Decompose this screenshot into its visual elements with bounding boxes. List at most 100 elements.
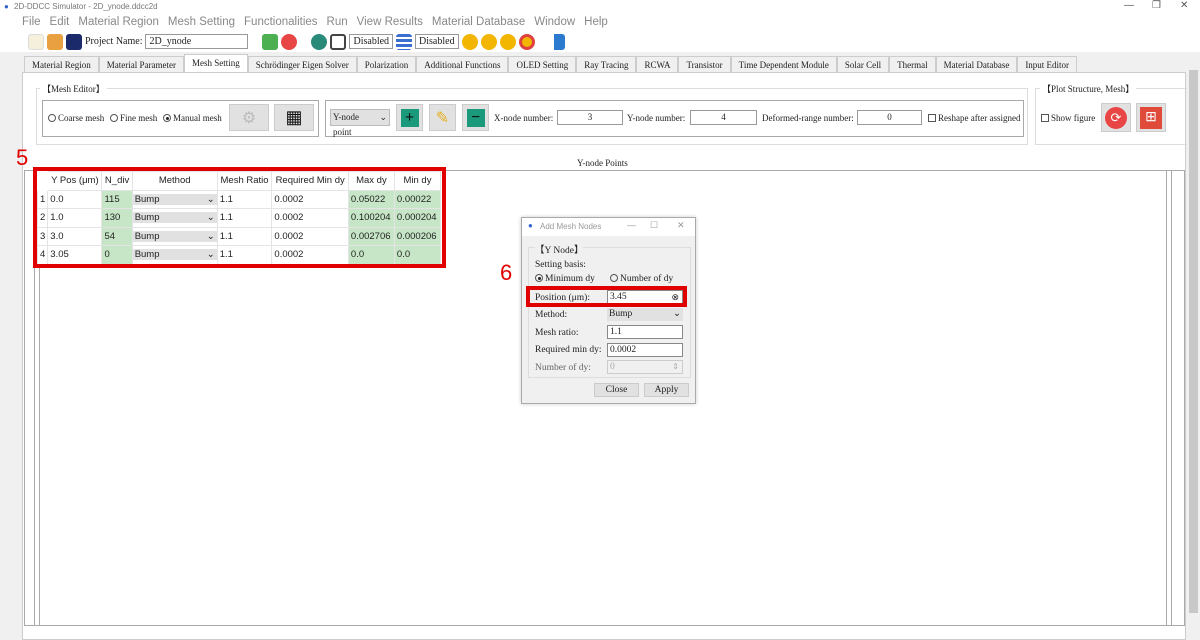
- tab-input-editor[interactable]: Input Editor: [1017, 56, 1078, 73]
- tab-schrodinger[interactable]: Schrödinger Eigen Solver: [247, 56, 357, 73]
- menu-bar: File Edit Material Region Mesh Setting F…: [0, 13, 1200, 31]
- apply-button[interactable]: Apply: [644, 383, 689, 397]
- menu-functionalities[interactable]: Functionalities: [244, 13, 318, 31]
- menu-material-database[interactable]: Material Database: [432, 13, 525, 31]
- annotation-6: 6: [500, 260, 513, 285]
- menu-window[interactable]: Window: [534, 13, 575, 31]
- menu-file[interactable]: File: [22, 13, 41, 31]
- new-file-icon[interactable]: [28, 33, 44, 50]
- disabled-field-1[interactable]: Disabled: [349, 34, 394, 49]
- tab-solar-cell[interactable]: Solar Cell: [836, 56, 890, 73]
- minimize-button[interactable]: —: [1124, 0, 1134, 11]
- project-name-input[interactable]: 2D_ynode: [145, 34, 249, 49]
- save-icon[interactable]: [66, 33, 82, 50]
- show-figure-checkbox[interactable]: Show figure: [1041, 113, 1095, 123]
- y-node-input[interactable]: 4: [690, 110, 757, 125]
- close-button[interactable]: Close: [594, 383, 639, 397]
- add-node-button[interactable]: +: [396, 104, 423, 131]
- fine-mesh-radio[interactable]: Fine mesh: [110, 113, 157, 123]
- number-of-dy-input: 0 ⇕: [607, 360, 683, 374]
- highlight-box-6: [526, 286, 687, 307]
- reshape-checkbox[interactable]: Reshape after assigned: [928, 113, 1020, 123]
- number-of-dy-label: Number of dy:: [535, 363, 591, 373]
- required-min-dy-label: Required min dy:: [535, 345, 602, 355]
- import-icon[interactable]: [262, 33, 279, 50]
- tab-time-dependent[interactable]: Time Dependent Module: [730, 56, 837, 73]
- tab-rcwa[interactable]: RCWA: [636, 56, 679, 73]
- refresh-plot-button[interactable]: ⟳: [1101, 103, 1131, 132]
- edit-node-button[interactable]: ✎: [429, 104, 456, 131]
- coarse-mesh-radio[interactable]: Coarse mesh: [48, 113, 104, 123]
- tab-material-region[interactable]: Material Region: [24, 56, 99, 73]
- tab-ray-tracing[interactable]: Ray Tracing: [576, 56, 637, 73]
- tab-additional-functions[interactable]: Additional Functions: [416, 56, 509, 73]
- stop-icon[interactable]: [518, 33, 535, 50]
- dialog-minimize-button[interactable]: —: [627, 220, 636, 230]
- y-node-section-title: 【Y Node】: [535, 242, 584, 256]
- app-icon: ●: [4, 2, 9, 11]
- menu-help[interactable]: Help: [584, 13, 608, 31]
- run-icon[interactable]: [461, 33, 478, 50]
- deformed-range-input[interactable]: 0: [857, 110, 922, 125]
- settings-icon[interactable]: [311, 33, 328, 50]
- tab-thermal[interactable]: Thermal: [889, 56, 936, 73]
- tab-polarization[interactable]: Polarization: [356, 56, 417, 73]
- dialog-close-icon[interactable]: ✕: [677, 220, 685, 231]
- x-node-label: X-node number:: [494, 113, 554, 123]
- layout-plot-button[interactable]: ⊞: [1136, 103, 1166, 132]
- dialog-app-icon: ●: [528, 221, 533, 230]
- restore-button[interactable]: ❐: [1152, 0, 1161, 11]
- tab-material-parameter[interactable]: Material Parameter: [98, 56, 184, 73]
- method-label: Method:: [535, 310, 568, 320]
- column-icon[interactable]: [330, 33, 347, 50]
- toolbar: Project Name: 2D_ynode Disabled Disabled: [0, 31, 1200, 52]
- scrollbar-thumb[interactable]: [1189, 70, 1198, 613]
- remove-node-button[interactable]: −: [462, 104, 489, 131]
- mesh-ratio-input[interactable]: 1.1: [607, 325, 683, 339]
- vertical-scrollbar[interactable]: [1187, 60, 1200, 626]
- run-export-icon[interactable]: [499, 33, 516, 50]
- project-name-label: Project Name:: [85, 36, 143, 47]
- plot-structure-title: 【Plot Structure, Mesh】: [1040, 82, 1137, 95]
- plus-icon: +: [400, 108, 419, 127]
- disabled-field-2[interactable]: Disabled: [415, 34, 459, 49]
- dialog-maximize-button[interactable]: ☐: [650, 220, 658, 231]
- mesh-ratio-label: Mesh ratio:: [535, 328, 579, 338]
- chevron-down-icon: ⌄: [673, 309, 681, 319]
- node-type-select[interactable]: Y-node point ⌄: [330, 109, 390, 137]
- ynode-points-title: Y-node Points: [577, 158, 628, 168]
- chart-icon[interactable]: [548, 33, 565, 50]
- minus-icon: −: [466, 108, 485, 127]
- list-icon[interactable]: [396, 33, 413, 50]
- tab-oled-setting[interactable]: OLED Setting: [508, 56, 577, 73]
- close-window-button[interactable]: ✕: [1180, 0, 1188, 11]
- method-select[interactable]: Bump ⌄: [607, 308, 683, 321]
- setting-basis-label: Setting basis:: [535, 260, 586, 270]
- tab-mesh-setting[interactable]: Mesh Setting: [183, 54, 248, 72]
- number-of-dy-radio[interactable]: Number of dy: [610, 274, 673, 284]
- refresh-icon[interactable]: [281, 33, 298, 50]
- gear-icon: ⚙: [241, 109, 257, 127]
- mesh-grid-button[interactable]: ▦: [274, 104, 314, 131]
- open-folder-icon[interactable]: [47, 33, 63, 50]
- menu-view-results[interactable]: View Results: [357, 13, 423, 31]
- spinner-icon: ⇕: [672, 362, 679, 371]
- menu-edit[interactable]: Edit: [50, 13, 70, 31]
- fast-run-icon[interactable]: [480, 33, 497, 50]
- add-mesh-nodes-dialog: ● Add Mesh Nodes — ☐ ✕ 【Y Node】 Setting …: [521, 217, 696, 404]
- minimum-dy-radio[interactable]: Minimum dy: [535, 274, 595, 284]
- x-node-input[interactable]: 3: [557, 110, 623, 125]
- tab-transistor[interactable]: Transistor: [678, 56, 731, 73]
- menu-mesh-setting[interactable]: Mesh Setting: [168, 13, 235, 31]
- menu-run[interactable]: Run: [327, 13, 348, 31]
- mesh-gear-button[interactable]: ⚙: [229, 104, 269, 131]
- pencil-icon: ✎: [435, 109, 450, 127]
- required-min-dy-input[interactable]: 0.0002: [607, 343, 683, 357]
- tab-material-database[interactable]: Material Database: [935, 56, 1018, 73]
- deformed-range-label: Deformed-range number:: [762, 113, 854, 123]
- title-bar: ● 2D-DDCC Simulator - 2D_ynode.ddcc2d — …: [0, 0, 1200, 13]
- annotation-5: 5: [16, 145, 29, 170]
- menu-material-region[interactable]: Material Region: [78, 13, 159, 31]
- manual-mesh-radio[interactable]: Manual mesh: [163, 113, 222, 123]
- highlight-box-5: [33, 167, 446, 268]
